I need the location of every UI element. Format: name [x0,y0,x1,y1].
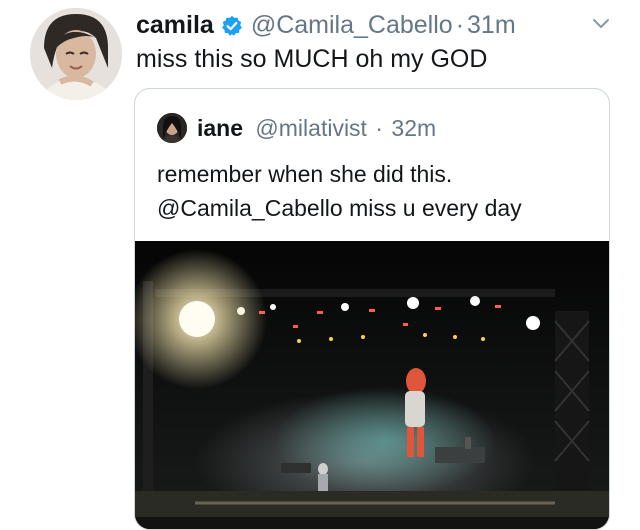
concert-video-thumbnail[interactable] [135,241,609,529]
separator-dot: · [375,115,384,141]
quoted-author-handle[interactable]: @milativist [255,115,367,141]
quoted-text-line: remember when she did this. [157,161,453,187]
quoted-author-name[interactable]: iane [197,115,243,141]
separator-dot: · [455,11,465,39]
tweet-header: camila @Camila_Cabello · 31m [136,10,516,40]
timestamp[interactable]: 31m [467,10,516,40]
author-handle[interactable]: @Camila_Cabello [251,10,453,40]
chevron-down-icon[interactable] [592,18,610,30]
quoted-avatar-image [157,113,187,143]
quoted-author-avatar[interactable] [157,113,187,143]
author-avatar-image [30,8,122,100]
quoted-text-line[interactable]: @Camila_Cabello miss u every day [157,191,522,225]
quoted-tweet-text: remember when she did this. @Camila_Cabe… [157,157,522,225]
tweet-text: miss this so MUCH oh my GOD [136,45,488,73]
concert-stage-image [135,241,609,529]
author-name[interactable]: camila [136,10,214,40]
author-avatar[interactable] [30,8,122,100]
verified-badge-icon [221,14,243,36]
quoted-timestamp[interactable]: 32m [391,115,436,141]
quoted-tweet-header: iane @milativist · 32m [197,113,436,143]
quoted-tweet-card[interactable]: iane @milativist · 32m remember when she… [134,88,610,530]
